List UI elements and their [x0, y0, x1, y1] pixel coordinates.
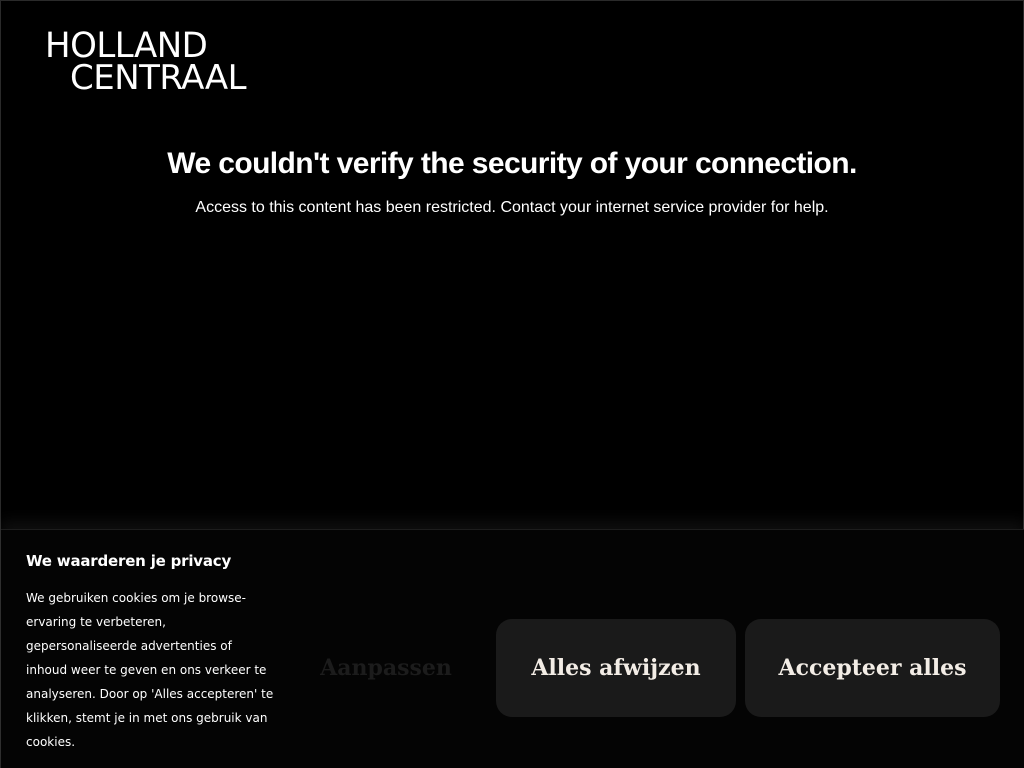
holland-centraal-logo[interactable]: HOLLAND CENTRAAL	[45, 25, 247, 95]
reject-all-button[interactable]: Alles afwijzen	[496, 619, 736, 717]
error-heading: We couldn't verify the security of your …	[167, 147, 857, 180]
page: HOLLAND CENTRAAL We couldn't verify the …	[0, 0, 1024, 768]
cookie-banner-text: We gebruiken cookies om je browse-ervari…	[26, 591, 274, 749]
error-message: Access to this content has been restrict…	[195, 199, 829, 216]
cookie-banner-title: We waarderen je privacy	[26, 552, 232, 570]
cookie-consent-banner: We waarderen je privacy We gebruiken coo…	[1, 529, 1024, 768]
logo-line-1: HOLLAND	[45, 25, 208, 67]
accept-all-button[interactable]: Accepteer alles	[745, 619, 1000, 717]
customize-cookies-button[interactable]: Aanpassen	[301, 619, 471, 717]
